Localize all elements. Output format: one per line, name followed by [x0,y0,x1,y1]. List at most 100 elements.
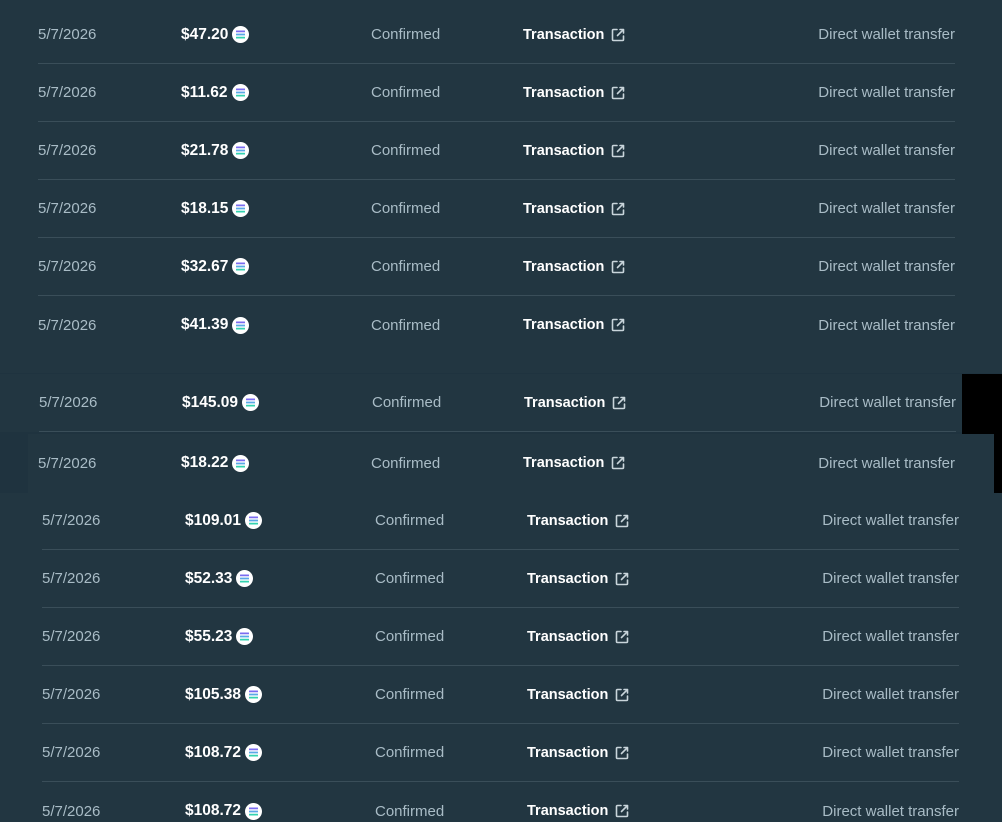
transaction-link[interactable]: Transaction [527,666,631,723]
transaction-link-label[interactable]: Transaction [524,395,605,411]
transaction-link[interactable]: Transaction [527,550,631,607]
transaction-link-label[interactable]: Transaction [527,571,608,587]
payment-method: Direct wallet transfer [818,316,955,334]
payment-method: Direct wallet transfer [818,142,955,159]
amount-value: $108.72 [185,802,242,819]
amount-value: $11.62 [181,83,228,101]
solana-coin-icon [231,84,249,101]
solana-coin-icon [232,26,250,43]
external-link-icon[interactable] [613,802,631,820]
transaction-link-label[interactable]: Transaction [527,513,608,529]
transaction-link-label[interactable]: Transaction [523,27,604,43]
table-row: 5/7/2026 $145.09 Confirmed Transaction D… [39,374,956,432]
amount-value: $145.09 [182,393,239,411]
external-link-icon[interactable] [609,258,627,276]
solana-coin-icon [245,802,263,820]
table-row: 5/7/2026 $55.23 Confirmed Transaction Di… [42,608,959,666]
transaction-link-label[interactable]: Transaction [527,803,608,819]
external-link-icon[interactable] [609,454,627,472]
transaction-link[interactable]: Transaction [523,180,627,237]
solana-coin-icon [245,686,263,703]
amount-value: $52.33 [185,569,233,587]
payment-method: Direct wallet transfer [822,628,959,645]
external-link-icon[interactable] [609,84,627,102]
payment-method: Direct wallet transfer [822,686,959,703]
transaction-link-label[interactable]: Transaction [523,317,604,333]
solana-coin-icon [232,142,250,159]
external-link-icon[interactable] [613,512,631,530]
external-link-icon[interactable] [609,26,627,44]
transaction-link-label[interactable]: Transaction [523,85,604,101]
transaction-link[interactable]: Transaction [523,64,627,121]
transaction-status: Confirmed [371,454,441,472]
solana-coin-icon [242,394,260,411]
transaction-date: 5/7/2026 [38,316,97,334]
external-link-icon[interactable] [613,570,631,588]
transaction-date: 5/7/2026 [38,200,97,217]
external-link-icon[interactable] [613,686,631,704]
solana-coin-icon [232,258,250,275]
transaction-amount: $21.78 [181,122,250,179]
payment-method: Direct wallet transfer [822,570,959,587]
transaction-link-label[interactable]: Transaction [523,259,604,275]
solana-coin-icon [232,454,250,472]
transaction-list-segment: 5/7/2026 $145.09 Confirmed Transaction D… [0,374,962,432]
transaction-link[interactable]: Transaction [523,122,627,179]
payment-method: Direct wallet transfer [818,84,955,101]
transaction-link-label[interactable]: Transaction [527,629,608,645]
transaction-link-label[interactable]: Transaction [527,745,608,761]
solana-coin-icon [245,512,263,529]
table-row: 5/7/2026 $47.20 Confirmed Transaction Di… [38,6,955,64]
transaction-status: Confirmed [371,84,441,101]
transaction-date: 5/7/2026 [38,142,97,159]
external-link-icon[interactable] [609,316,627,334]
transaction-link-label[interactable]: Transaction [523,455,604,471]
transaction-link-label[interactable]: Transaction [523,201,604,217]
transaction-link[interactable]: Transaction [524,374,628,431]
external-link-icon[interactable] [613,628,631,646]
transaction-amount: $55.23 [185,608,254,665]
transaction-link[interactable]: Transaction [527,493,631,549]
payment-method: Direct wallet transfer [822,512,959,529]
transaction-status: Confirmed [372,394,442,411]
external-link-icon[interactable] [613,744,631,762]
transaction-amount: $41.39 [181,296,250,354]
payment-method: Direct wallet transfer [819,394,956,411]
payment-method: Direct wallet transfer [818,200,955,217]
transaction-link[interactable]: Transaction [523,238,627,295]
transaction-amount: $11.62 [181,64,249,121]
amount-value: $41.39 [181,316,229,333]
transaction-link[interactable]: Transaction [527,782,631,822]
payment-method: Direct wallet transfer [818,26,955,43]
table-row: 5/7/2026 $18.22 Confirmed Transaction Di… [38,434,955,492]
transaction-status: Confirmed [375,686,445,703]
transaction-status: Confirmed [375,744,445,761]
transaction-status: Confirmed [375,802,445,820]
transaction-link[interactable]: Transaction [523,296,627,354]
payment-method: Direct wallet transfer [822,802,959,820]
transaction-link[interactable]: Transaction [523,6,627,63]
external-link-icon[interactable] [609,200,627,218]
amount-value: $32.67 [181,257,229,275]
external-link-icon[interactable] [610,394,628,412]
solana-coin-icon [232,200,250,217]
transaction-amount: $109.01 [185,493,263,549]
table-row: 5/7/2026 $109.01 Confirmed Transaction D… [42,493,959,550]
transaction-link[interactable]: Transaction [523,434,627,492]
solana-coin-icon [245,744,263,761]
transaction-amount: $52.33 [185,550,254,607]
transaction-list-segment: 5/7/2026 $18.22 Confirmed Transaction Di… [28,434,994,494]
transaction-link[interactable]: Transaction [527,608,631,665]
transaction-status: Confirmed [375,570,445,587]
table-row: 5/7/2026 $21.78 Confirmed Transaction Di… [38,122,955,180]
transaction-link-label[interactable]: Transaction [523,143,604,159]
transaction-link-label[interactable]: Transaction [527,687,608,703]
transaction-link[interactable]: Transaction [527,724,631,781]
transaction-amount: $47.20 [181,6,250,63]
external-link-icon[interactable] [609,142,627,160]
transaction-status: Confirmed [375,628,445,645]
transaction-status: Confirmed [371,200,441,217]
transaction-date: 5/7/2026 [42,628,101,645]
amount-value: $21.78 [181,141,229,159]
table-row: 5/7/2026 $11.62 Confirmed Transaction Di… [38,64,955,122]
